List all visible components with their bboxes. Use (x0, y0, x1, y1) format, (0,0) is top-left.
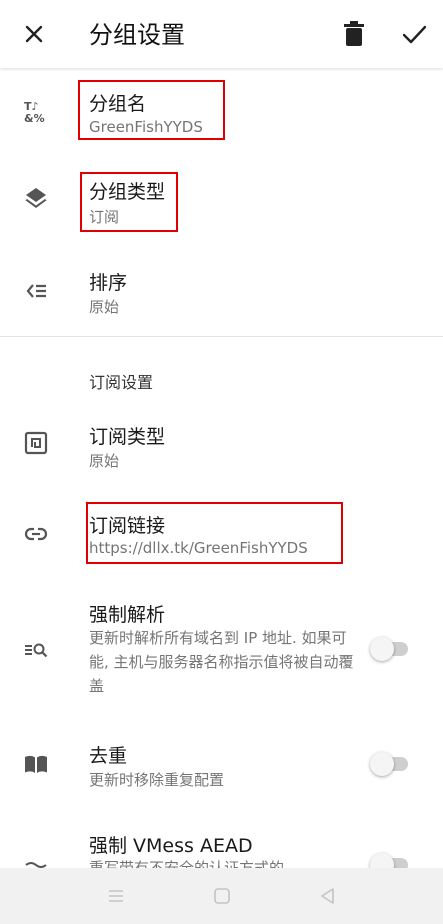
dedupe-title: 去重 (89, 745, 128, 767)
text-format-icon: T♪ &% (18, 94, 54, 130)
subscription-type-value: 原始 (89, 452, 120, 470)
nfc-icon (18, 425, 54, 461)
check-icon[interactable] (398, 18, 430, 50)
toggle-knob (370, 752, 394, 776)
menu-icon[interactable] (104, 884, 128, 908)
sort-value: 原始 (89, 298, 120, 316)
back-icon[interactable] (316, 884, 340, 908)
svg-text:&%: &% (24, 112, 45, 125)
layers-icon (18, 180, 54, 216)
search-list-icon (18, 632, 54, 668)
dedupe-toggle[interactable] (370, 751, 410, 776)
vmess-aead-title: 强制 VMess AEAD (89, 835, 253, 857)
app-bar: 分组设置 (0, 0, 443, 68)
force-resolve-title: 强制解析 (89, 604, 166, 626)
dedupe-description: 更新时移除重复配置 (89, 771, 225, 789)
subscription-type-title: 订阅类型 (89, 426, 166, 448)
highlight-box-group-name (78, 80, 225, 140)
divider (0, 336, 443, 337)
highlight-box-subscription-link (86, 502, 343, 564)
page-title: 分组设置 (89, 21, 185, 49)
book-icon (18, 746, 54, 782)
sort-title: 排序 (89, 272, 128, 294)
system-nav-bar (0, 868, 443, 924)
section-header-subscription: 订阅设置 (89, 373, 154, 392)
link-icon (18, 516, 54, 552)
close-icon[interactable] (18, 18, 50, 50)
force-resolve-description: 更新时解析所有域名到 IP 地址. 如果可能, 主机与服务器名称指示值将被自动覆… (89, 629, 354, 695)
home-icon[interactable] (210, 884, 234, 908)
sort-icon (18, 273, 54, 309)
toggle-knob (370, 637, 394, 661)
highlight-box-group-type (80, 172, 178, 232)
trash-icon[interactable] (340, 18, 368, 50)
force-resolve-toggle[interactable] (370, 636, 410, 661)
